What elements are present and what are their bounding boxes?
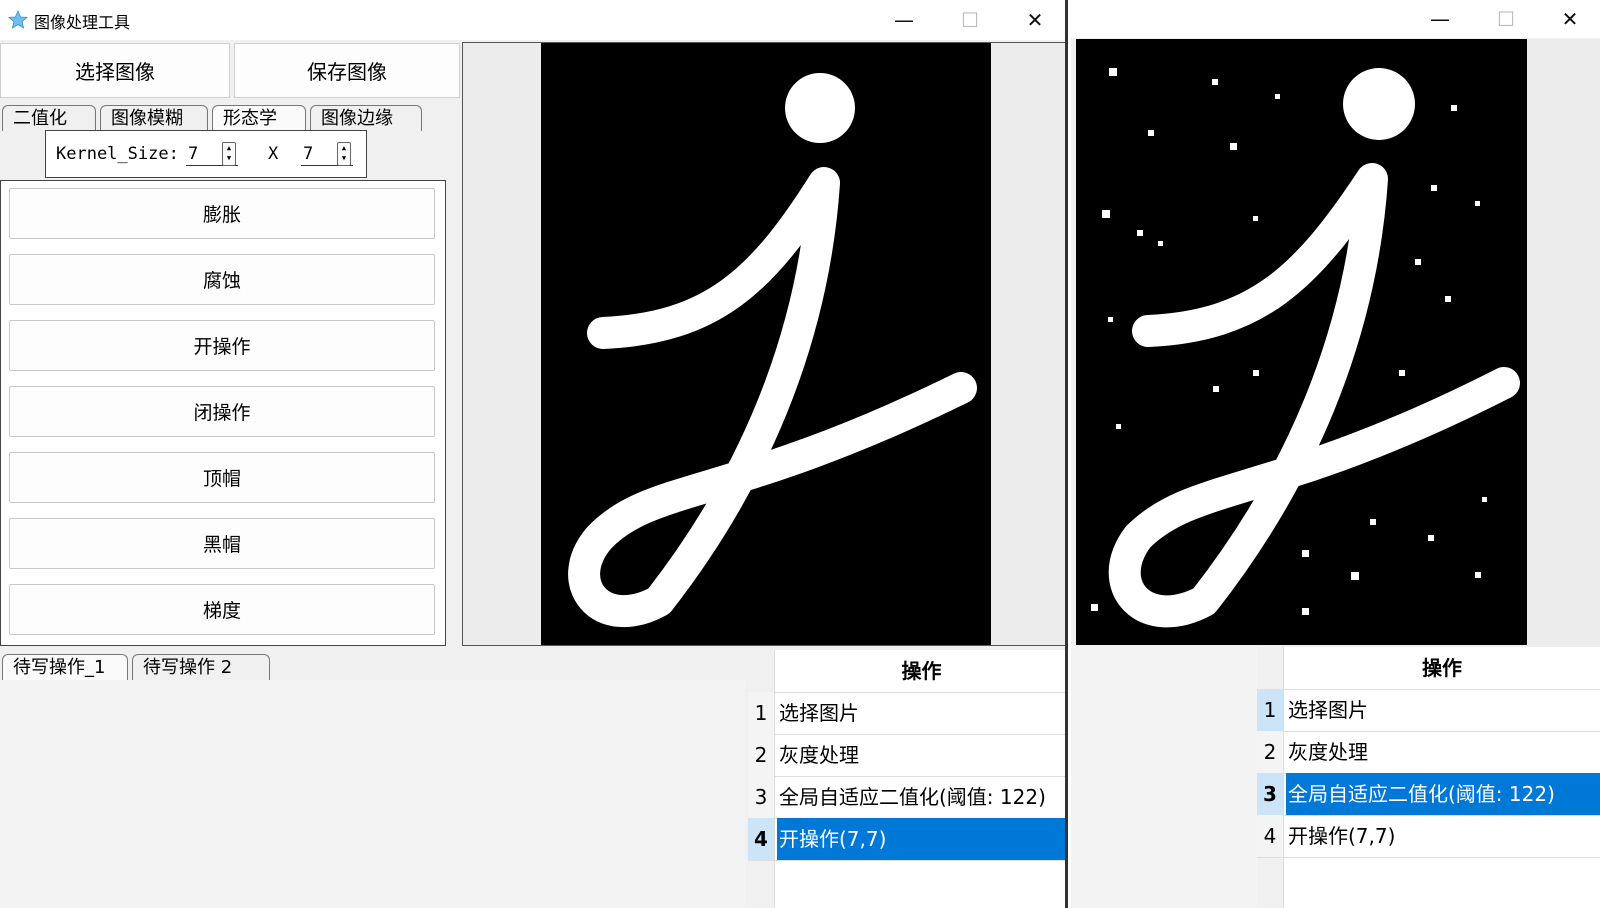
spin-arrows-icon[interactable]: ▲ ▼ — [222, 142, 236, 166]
erode-button[interactable]: 腐蚀 — [9, 254, 435, 305]
tab-pending-op-1[interactable]: 待写操作_1 — [2, 654, 128, 680]
row-number: 4 — [748, 818, 775, 860]
row-operation: 全局自适应二值化(阈值: 122) — [1286, 773, 1600, 815]
closing-button[interactable]: 闭操作 — [9, 386, 435, 437]
opening-button[interactable]: 开操作 — [9, 320, 435, 371]
minimize-button[interactable]: — — [872, 0, 936, 40]
dilate-button[interactable]: 膨胀 — [9, 188, 435, 239]
row-operation: 开操作(7,7) — [1288, 824, 1396, 848]
kernel-size-label: Kernel_Size: — [56, 144, 179, 164]
title-bar[interactable]: — ☐ ✕ — [1071, 0, 1600, 38]
gradient-button[interactable]: 梯度 — [9, 584, 435, 635]
noisy-binary-image — [1076, 39, 1527, 645]
pending-op-panel — [0, 680, 745, 908]
row-number: 2 — [748, 734, 775, 776]
select-image-button[interactable]: 选择图像 — [0, 43, 230, 98]
table-row[interactable]: 1 选择图片 — [1257, 689, 1600, 732]
binary-image-view — [1076, 39, 1600, 645]
tab-image-blur[interactable]: 图像模糊 — [100, 105, 208, 131]
maximize-button[interactable]: ☐ — [938, 0, 1002, 40]
table-row[interactable]: 4 开操作(7,7) — [1257, 815, 1600, 858]
morphology-operations-panel: 膨胀 腐蚀 开操作 闭操作 顶帽 黑帽 梯度 — [0, 180, 446, 646]
kernel-height-value: 7 — [303, 144, 314, 164]
row-number: 1 — [748, 692, 775, 734]
history-header-operation[interactable]: 操作 — [775, 650, 1065, 692]
row-operation: 灰度处理 — [779, 743, 859, 767]
table-row-selected[interactable]: 4 开操作(7,7) — [748, 818, 1065, 861]
tab-image-edge[interactable]: 图像边缘 — [310, 105, 422, 131]
row-operation: 选择图片 — [1288, 698, 1368, 722]
bottom-tabs: 待写操作_1 待写操作 2 — [0, 654, 300, 680]
table-row-selected[interactable]: 3 全局自适应二值化(阈值: 122) — [1257, 773, 1600, 816]
kernel-width-value: 7 — [188, 144, 199, 164]
history-header: 操作 — [748, 650, 1065, 693]
spin-arrows-icon[interactable]: ▲ ▼ — [337, 142, 351, 166]
tab-pending-op-2[interactable]: 待写操作 2 — [132, 654, 270, 680]
maximize-button[interactable]: ☐ — [1474, 0, 1538, 38]
row-operation: 灰度处理 — [1288, 740, 1368, 764]
table-row[interactable]: 2 灰度处理 — [1257, 731, 1600, 774]
function-tabs: 二值化 图像模糊 形态学 图像边缘 — [0, 105, 460, 131]
image-tool-window: 图像处理工具 — ☐ ✕ 选择图像 保存图像 二值化 图像模糊 形态学 图像边缘… — [0, 0, 1068, 908]
kernel-width-spinbox[interactable]: 7 ▲ ▼ — [186, 140, 238, 166]
history-header-operation[interactable]: 操作 — [1284, 647, 1600, 689]
window-title: 图像处理工具 — [34, 13, 131, 32]
star-app-icon — [8, 10, 28, 29]
title-bar[interactable]: 图像处理工具 — ☐ ✕ — [0, 0, 1065, 40]
kernel-size-group: Kernel_Size: 7 ▲ ▼ X 7 ▲ ▼ — [45, 130, 367, 178]
empty-panel — [1071, 647, 1257, 908]
row-operation: 开操作(7,7) — [777, 818, 1065, 860]
table-row[interactable]: 1 选择图片 — [748, 692, 1065, 735]
history-header: 操作 — [1257, 647, 1600, 690]
row-number: 2 — [1257, 731, 1284, 773]
save-image-button[interactable]: 保存图像 — [234, 43, 460, 98]
close-button[interactable]: ✕ — [1003, 0, 1065, 40]
tab-morphology[interactable]: 形态学 — [212, 105, 306, 131]
row-number: 1 — [1257, 689, 1284, 731]
operation-history-table[interactable]: 操作 1 选择图片 2 灰度处理 3 全局自适应二值化(阈值: 122) 4 开… — [748, 650, 1065, 908]
kernel-separator: X — [268, 144, 279, 164]
opened-binary-image — [541, 43, 991, 645]
operation-history-table[interactable]: 操作 1 选择图片 2 灰度处理 3 全局自适应二值化(阈值: 122) 4 开… — [1257, 647, 1600, 908]
processed-image-view — [462, 42, 1065, 646]
row-operation: 全局自适应二值化(阈值: 122) — [779, 785, 1046, 809]
compare-window: — ☐ ✕ 操作 1 选择图片 2 灰度处理 3 全局自适应二值化(阈值: 12… — [1071, 0, 1600, 908]
close-button[interactable]: ✕ — [1538, 0, 1600, 38]
row-operation: 选择图片 — [779, 701, 859, 725]
row-number: 3 — [748, 776, 775, 818]
blackhat-button[interactable]: 黑帽 — [9, 518, 435, 569]
tab-binarize[interactable]: 二值化 — [2, 105, 96, 131]
tophat-button[interactable]: 顶帽 — [9, 452, 435, 503]
row-number: 3 — [1257, 773, 1284, 815]
row-number: 4 — [1257, 815, 1284, 857]
table-row[interactable]: 3 全局自适应二值化(阈值: 122) — [748, 776, 1065, 819]
minimize-button[interactable]: — — [1408, 0, 1472, 38]
kernel-height-spinbox[interactable]: 7 ▲ ▼ — [301, 140, 353, 166]
table-row[interactable]: 2 灰度处理 — [748, 734, 1065, 777]
